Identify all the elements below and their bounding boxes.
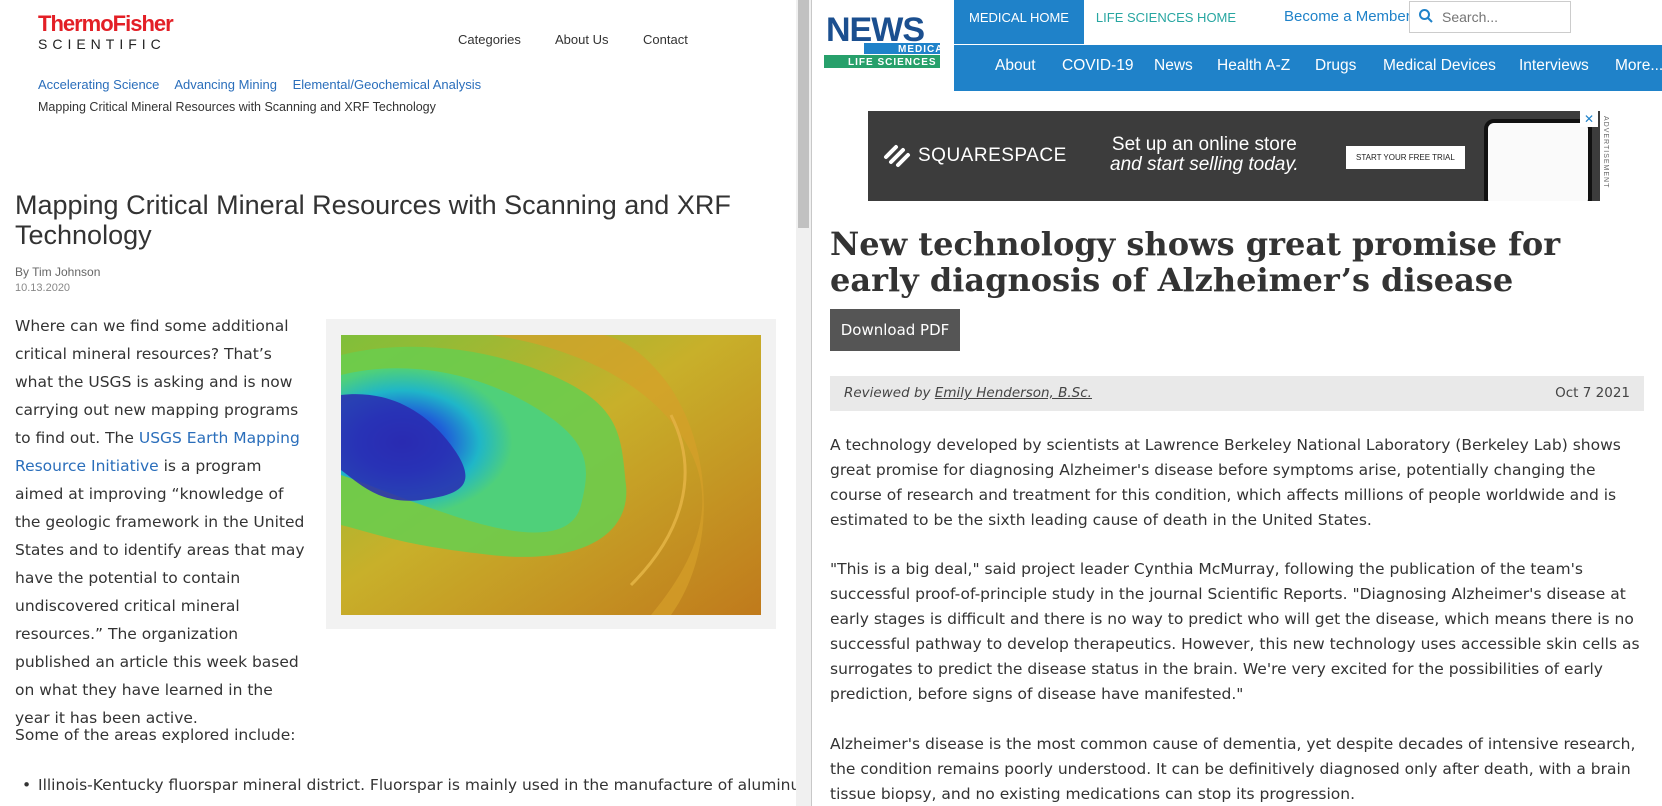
news-medical-logo[interactable]: NEWS MEDICAL LIFE SCIENCES [824, 8, 950, 68]
thermofisher-logo[interactable]: ThermoFisher SCIENTIFIC [38, 11, 174, 53]
breadcrumb: Accelerating Science Advancing Mining El… [38, 77, 493, 92]
tab-life-sciences-home[interactable]: LIFE SCIENCES HOME [1086, 0, 1246, 44]
ad-line1: Set up an online store [1111, 134, 1297, 155]
reviewed-prefix: Reviewed by [844, 385, 935, 401]
review-date: Oct 7 2021 [1555, 385, 1630, 401]
article-date: 10.13.2020 [15, 282, 71, 294]
become-member-link[interactable]: Become a Member [1284, 8, 1411, 25]
thermofisher-window: ThermoFisher SCIENTIFIC Categories About… [0, 0, 796, 806]
article-title: Mapping Critical Mineral Resources with … [15, 190, 731, 250]
left-scrollbar[interactable] [796, 0, 812, 806]
paragraph-2: "This is a big deal," said project leade… [830, 560, 1640, 703]
list-item: Illinois-Kentucky fluorspar mineral dist… [22, 776, 796, 794]
ad-headline: Set up an online store and start selling… [1110, 135, 1299, 175]
squarespace-icon [882, 141, 912, 176]
areas-intro: Some of the areas explored include: [15, 726, 296, 744]
ad-cta-button[interactable]: START YOUR FREE TRIAL [1346, 146, 1465, 169]
article-image-frame [326, 319, 776, 629]
reviewed-by: Reviewed by Emily Henderson, B.Sc. [844, 385, 1092, 401]
nav-health-a-z[interactable]: Health A-Z [1217, 57, 1290, 75]
reviewer-link[interactable]: Emily Henderson, B.Sc. [935, 385, 1092, 401]
logo-line1: ThermoFisher [38, 11, 174, 36]
scrollbar-thumb[interactable] [798, 0, 809, 228]
main-nav: About COVID-19 News Health A-Z Drugs Med… [954, 45, 1662, 91]
paragraph-3: Alzheimer's disease is the most common c… [830, 735, 1636, 803]
paragraph-1: A technology developed by scientists at … [830, 436, 1621, 529]
review-bar: Reviewed by Emily Henderson, B.Sc. Oct 7… [830, 376, 1644, 411]
ad-line2: and start selling today. [1110, 154, 1299, 175]
elevation-map-image [341, 335, 761, 615]
article-byline: By Tim Johnson [15, 265, 101, 279]
download-pdf-button[interactable]: Download PDF Copy [830, 309, 960, 381]
ad-phone-image [1484, 119, 1592, 201]
nav-covid19[interactable]: COVID-19 [1062, 57, 1134, 75]
logo-lifesciences-text: LIFE SCIENCES [848, 57, 937, 68]
search-input[interactable] [1440, 8, 1564, 26]
nav-more[interactable]: More... [1615, 57, 1662, 75]
nav-categories[interactable]: Categories [458, 32, 521, 47]
top-bar: MEDICAL HOME LIFE SCIENCES HOME Become a… [954, 0, 1662, 44]
nav-medical-devices[interactable]: Medical Devices [1383, 57, 1496, 75]
body-text-2: is a program aimed at improving “knowled… [15, 457, 305, 727]
breadcrumb-current: Mapping Critical Mineral Resources with … [38, 100, 436, 114]
nav-drugs[interactable]: Drugs [1315, 57, 1356, 75]
news-medical-window: NEWS MEDICAL LIFE SCIENCES MEDICAL HOME … [812, 0, 1662, 806]
tab-medical-home[interactable]: MEDICAL HOME [954, 0, 1084, 44]
ad-brand: SQUARESPACE [918, 145, 1067, 166]
article-body: Where can we find some additional critic… [15, 312, 307, 732]
breadcrumb-advancing-mining[interactable]: Advancing Mining [174, 77, 277, 92]
logo-line2: SCIENTIFIC [38, 36, 166, 52]
nav-contact[interactable]: Contact [643, 32, 688, 47]
close-icon[interactable]: ✕ [1580, 111, 1598, 127]
breadcrumb-elemental-analysis[interactable]: Elemental/Geochemical Analysis [293, 77, 482, 92]
nav-news[interactable]: News [1154, 57, 1193, 75]
body-text-1: Where can we find some additional critic… [15, 317, 299, 447]
ad-label: ADVERTISEMENT [1602, 116, 1609, 189]
article-title: New technology shows great promise for e… [830, 225, 1561, 299]
advertisement-banner[interactable]: SQUARESPACE Set up an online store and s… [868, 111, 1600, 201]
search-icon [1418, 8, 1434, 29]
logo-medical-text: MEDICAL [898, 44, 940, 55]
breadcrumb-accelerating-science[interactable]: Accelerating Science [38, 77, 159, 92]
nav-about-us[interactable]: About Us [555, 32, 608, 47]
nav-interviews[interactable]: Interviews [1519, 57, 1589, 75]
nav-about[interactable]: About [995, 57, 1036, 75]
search-box[interactable] [1409, 1, 1571, 33]
